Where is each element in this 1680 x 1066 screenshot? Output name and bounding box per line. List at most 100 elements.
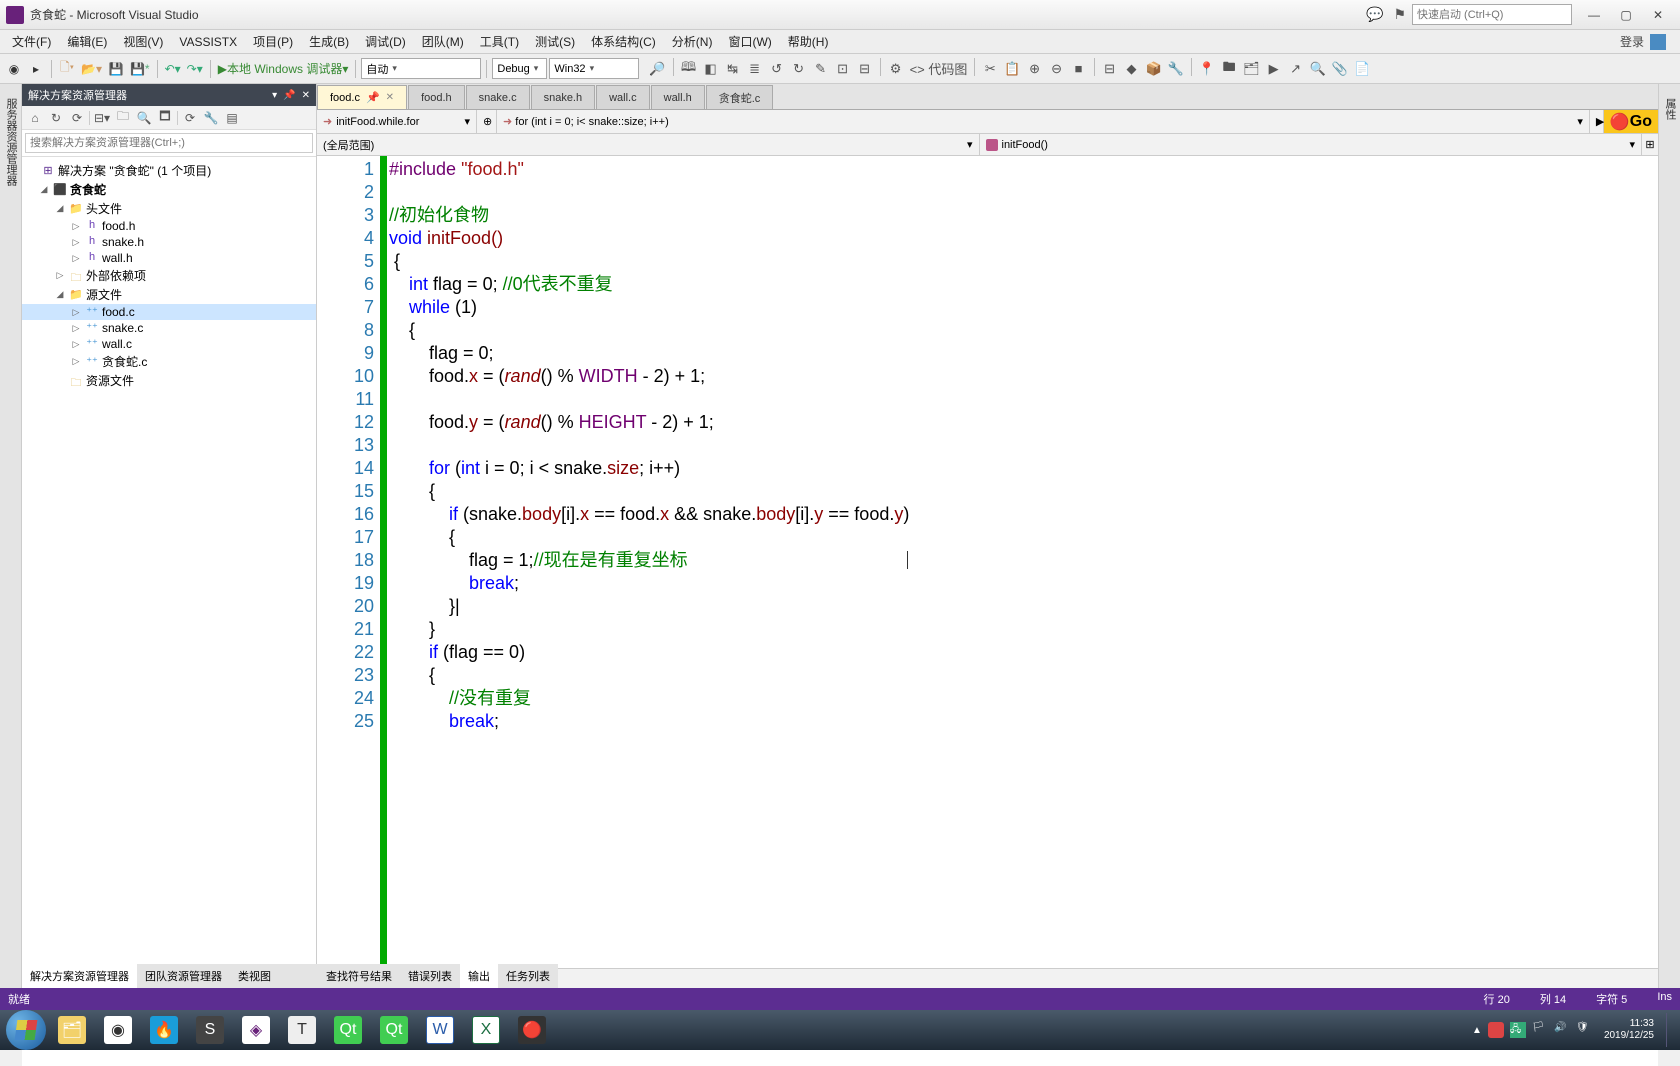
tb-icon-16[interactable]: ⊖: [1047, 58, 1067, 80]
menu-tools[interactable]: 工具(T): [472, 31, 527, 52]
split-button[interactable]: ⊞: [1642, 134, 1658, 155]
tb-icon-10[interactable]: ⊟: [855, 58, 875, 80]
login-button[interactable]: 登录: [1610, 31, 1676, 52]
menu-window[interactable]: 窗口(W): [720, 31, 779, 52]
minimize-button[interactable]: —: [1578, 3, 1610, 27]
collapse-icon[interactable]: ⊟▾: [93, 109, 111, 127]
tb-icon-14[interactable]: 📋: [1002, 58, 1022, 80]
undo-button[interactable]: ↶▾: [163, 58, 183, 80]
close-button[interactable]: ✕: [1642, 3, 1674, 27]
show-desktop-button[interactable]: [1666, 1013, 1676, 1047]
tb-icon-20[interactable]: 📦: [1144, 58, 1164, 80]
tb-icon-5[interactable]: ≣: [745, 58, 765, 80]
task-vs[interactable]: ◈: [234, 1013, 278, 1047]
tab-snake-c[interactable]: snake.c: [466, 85, 530, 109]
clock[interactable]: 11:33 2019/12/25: [1598, 1018, 1660, 1042]
code-content[interactable]: #include "food.h" //初始化食物void initFood()…: [387, 156, 1658, 968]
pin-icon[interactable]: 📌: [283, 90, 295, 101]
tab-food-c[interactable]: food.c📌✕: [317, 85, 407, 109]
preview-icon[interactable]: 🗖: [156, 109, 174, 127]
tab-snake-h[interactable]: snake.h: [531, 85, 596, 109]
properties-icon[interactable]: 🔍: [135, 109, 153, 127]
config-combo[interactable]: Debug: [492, 58, 547, 79]
go-button[interactable]: 🔴Go: [1604, 110, 1658, 133]
home-icon[interactable]: ⌂: [26, 109, 44, 127]
menu-project[interactable]: 项目(P): [245, 31, 301, 52]
tb-icon-9[interactable]: ⊡: [833, 58, 853, 80]
tb-icon-29[interactable]: 📄: [1352, 58, 1372, 80]
tray-arrow-icon[interactable]: ▲: [1472, 1025, 1482, 1036]
task-huorong[interactable]: 🔥: [142, 1013, 186, 1047]
start-button[interactable]: [4, 1013, 48, 1047]
menu-analyze[interactable]: 分析(N): [664, 31, 721, 52]
menu-team[interactable]: 团队(M): [414, 31, 472, 52]
menu-vassistx[interactable]: VASSISTX: [171, 33, 245, 51]
task-excel[interactable]: X: [464, 1013, 508, 1047]
feedback-icon[interactable]: 💬: [1366, 6, 1383, 23]
menu-debug[interactable]: 调试(D): [357, 31, 414, 52]
new-button[interactable]: 🗋▾: [57, 58, 77, 80]
flag-icon[interactable]: ⚑: [1393, 6, 1406, 23]
task-qt2[interactable]: Qt: [372, 1013, 416, 1047]
code-editor[interactable]: 1234567891011121314151617181920212223242…: [317, 156, 1658, 968]
tb-icon-11[interactable]: ⚙: [886, 58, 906, 80]
tb-icon-28[interactable]: 📎: [1330, 58, 1350, 80]
tb-icon-17[interactable]: ■: [1069, 58, 1089, 80]
refresh-icon[interactable]: ↻: [47, 109, 65, 127]
nav-scope-1[interactable]: ➜initFood.while.for▾: [317, 110, 477, 133]
tb-icon-21[interactable]: 🔧: [1166, 58, 1186, 80]
tab-server-explorer[interactable]: 服务器资源管理器: [1, 92, 21, 988]
bt-solution-explorer[interactable]: 解决方案资源管理器: [22, 964, 137, 988]
tb-icon-2[interactable]: 🕮: [679, 58, 699, 80]
bt-find-symbols[interactable]: 查找符号结果: [318, 964, 400, 988]
platform-combo[interactable]: Win32: [549, 58, 639, 79]
tb-icon-26[interactable]: ↗: [1286, 58, 1306, 80]
bt-team-explorer[interactable]: 团队资源管理器: [137, 964, 230, 988]
quick-launch-input[interactable]: [1412, 4, 1572, 25]
nav-arrow[interactable]: ▶: [1590, 110, 1604, 133]
tb-icon-27[interactable]: 🔍: [1308, 58, 1328, 80]
close-tab-icon[interactable]: ✕: [386, 92, 394, 103]
save-button[interactable]: 💾: [106, 58, 126, 80]
open-button[interactable]: 📂▾: [79, 58, 104, 80]
tb-icon-15[interactable]: ⊕: [1025, 58, 1045, 80]
menu-help[interactable]: 帮助(H): [780, 31, 837, 52]
tb-icon-23[interactable]: 🖿: [1219, 58, 1239, 80]
task-record[interactable]: 🔴: [510, 1013, 554, 1047]
menu-build[interactable]: 生成(B): [301, 31, 357, 52]
maximize-button[interactable]: ▢: [1610, 3, 1642, 27]
tb-icon-22[interactable]: 📍: [1197, 58, 1217, 80]
menu-test[interactable]: 测试(S): [527, 31, 583, 52]
bt-class-view[interactable]: 类视图: [230, 964, 279, 988]
tab-properties[interactable]: 属性: [1660, 92, 1680, 988]
tb-icon-8[interactable]: ✎: [811, 58, 831, 80]
tab-wall-h[interactable]: wall.h: [651, 85, 705, 109]
tb-icon-25[interactable]: ▶: [1264, 58, 1284, 80]
pin-icon[interactable]: 📌: [366, 91, 380, 104]
task-explorer[interactable]: 🗂: [50, 1013, 94, 1047]
tab-main-c[interactable]: 贪食蛇.c: [706, 85, 774, 109]
tb-icon-1[interactable]: 🔎: [647, 58, 667, 80]
menu-edit[interactable]: 编辑(E): [59, 31, 115, 52]
tb-icon-4[interactable]: ↹: [723, 58, 743, 80]
task-chrome[interactable]: ◉: [96, 1013, 140, 1047]
task-notepad[interactable]: T: [280, 1013, 324, 1047]
tb-icon-19[interactable]: ◆: [1122, 58, 1142, 80]
sync-icon[interactable]: ⟳: [68, 109, 86, 127]
tb-icon-24[interactable]: 🗂: [1241, 58, 1262, 80]
lock-icon[interactable]: 🔧: [202, 109, 220, 127]
nav-back-button[interactable]: ◉: [4, 58, 24, 80]
bt-error-list[interactable]: 错误列表: [400, 964, 460, 988]
bt-task-list[interactable]: 任务列表: [498, 964, 558, 988]
task-word[interactable]: W: [418, 1013, 462, 1047]
saveall-button[interactable]: 💾*: [128, 58, 152, 80]
tb-icon-18[interactable]: ⊟: [1100, 58, 1120, 80]
scope-function[interactable]: initFood()▾: [980, 134, 1643, 155]
nav-scope-2[interactable]: ➜ for (int i = 0; i< snake::size; i++)▾: [497, 110, 1590, 133]
tb-icon-6[interactable]: ↺: [767, 58, 787, 80]
tab-food-h[interactable]: food.h: [408, 85, 465, 109]
showall-icon[interactable]: 🗀: [114, 109, 132, 127]
menu-architecture[interactable]: 体系结构(C): [583, 31, 664, 52]
task-sublime[interactable]: S: [188, 1013, 232, 1047]
close-panel-icon[interactable]: ✕: [302, 90, 310, 101]
